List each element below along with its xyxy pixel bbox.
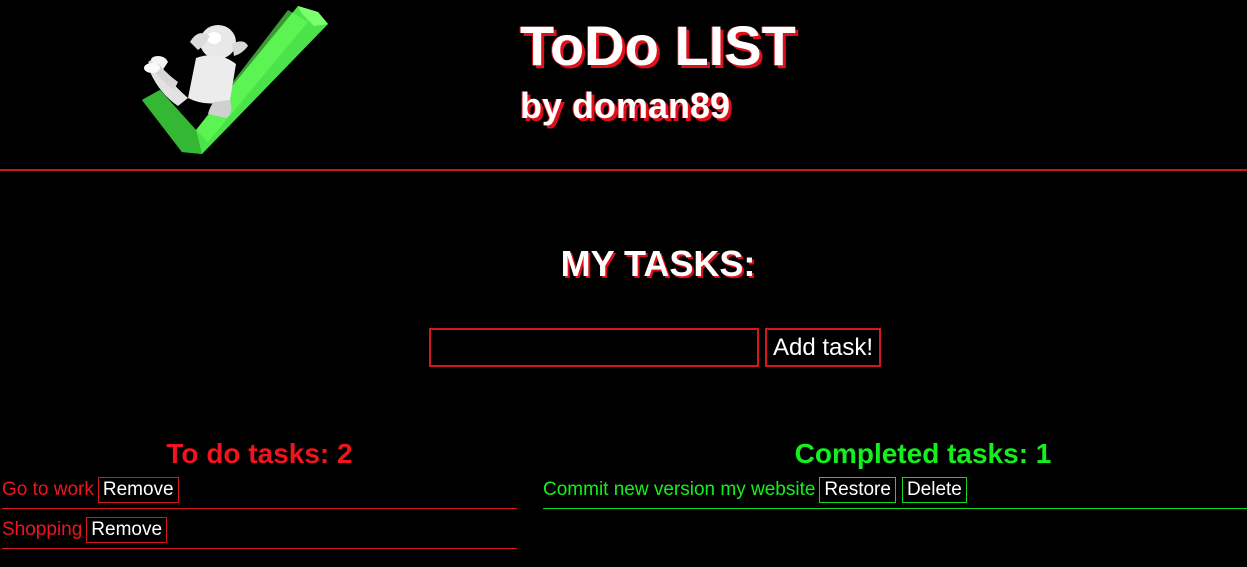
delete-button[interactable]: Delete xyxy=(901,477,967,503)
app-title: ToDo LIST xyxy=(520,14,796,77)
completed-column: Completed tasks: 1 Commit new version my… xyxy=(543,436,1247,509)
person-relaxing-on-checkmark-icon xyxy=(138,2,330,160)
add-task-form: Add task! xyxy=(429,328,882,367)
todo-heading: To do tasks: 2 xyxy=(166,438,353,469)
header: ToDo LIST by doman89 xyxy=(0,0,1247,171)
add-task-button[interactable]: Add task! xyxy=(765,328,882,367)
todo-item-text: Shopping xyxy=(2,519,83,540)
task-input[interactable] xyxy=(429,328,759,367)
completed-item: Commit new version my website Restore De… xyxy=(543,472,1247,509)
completed-heading: Completed tasks: 1 xyxy=(794,438,1052,469)
restore-button[interactable]: Restore xyxy=(819,477,896,503)
todo-item: Go to work Remove xyxy=(2,472,517,509)
todo-item-text: Go to work xyxy=(2,479,94,500)
completed-item-text: Commit new version my website xyxy=(543,479,816,500)
my-tasks-heading: MY TASKS: xyxy=(560,243,756,284)
todo-item: Shopping Remove xyxy=(2,512,517,549)
app-subtitle: by doman89 xyxy=(520,85,731,126)
remove-button[interactable]: Remove xyxy=(86,517,168,543)
remove-button[interactable]: Remove xyxy=(97,477,179,503)
todo-column: To do tasks: 2 Go to work Remove Shoppin… xyxy=(2,436,517,552)
